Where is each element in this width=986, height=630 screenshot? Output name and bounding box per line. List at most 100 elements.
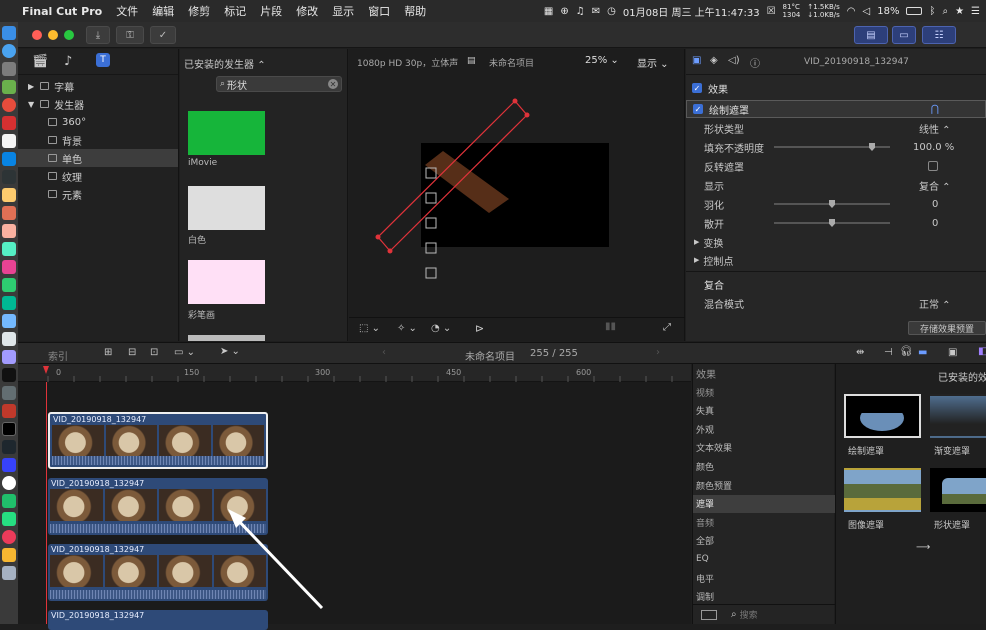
- video-inspector-icon[interactable]: ▣: [692, 55, 701, 66]
- library-item-backgrounds[interactable]: 背景: [18, 131, 178, 149]
- forward-arrow-icon[interactable]: ›: [656, 347, 660, 358]
- message-icon[interactable]: ✉: [592, 6, 600, 17]
- menu-view[interactable]: 显示: [325, 3, 361, 19]
- effects-category-item[interactable]: 遮罩: [693, 494, 835, 513]
- menu-edit[interactable]: 编辑: [145, 3, 181, 19]
- photos-icon[interactable]: [2, 224, 16, 238]
- solo-icon[interactable]: ▬: [918, 347, 927, 358]
- status-grid-icon[interactable]: ▦: [544, 6, 553, 17]
- play-icon[interactable]: ⊳: [475, 322, 484, 335]
- save-effects-preset-button[interactable]: 存储效果预置: [908, 321, 986, 335]
- effects-category-item[interactable]: 全部: [693, 532, 835, 550]
- audio-skimming-icon[interactable]: 🎧︎: [900, 346, 913, 357]
- generator-thumb-imovie[interactable]: [188, 111, 265, 155]
- generator-thumb-partial[interactable]: [188, 335, 265, 341]
- media-library-icon[interactable]: 🎬︎: [32, 54, 49, 69]
- timeline[interactable]: VID_20190918_132947 VID_20190918_132947 …: [18, 382, 691, 630]
- append-clip-icon[interactable]: ⊡: [150, 347, 158, 358]
- music-icon[interactable]: ♫: [576, 6, 585, 17]
- globe-icon[interactable]: ⊕: [560, 6, 568, 17]
- app-icon-gray[interactable]: [2, 386, 16, 400]
- sidebar-toggle-icon[interactable]: [701, 609, 717, 620]
- effects-category-item[interactable]: 电平: [693, 569, 835, 587]
- generator-thumb-pastel[interactable]: [188, 260, 265, 304]
- wechat-icon[interactable]: [2, 278, 16, 292]
- effects-category-item[interactable]: 视频: [693, 383, 835, 401]
- battery-icon[interactable]: [906, 7, 923, 15]
- background-tasks-button[interactable]: ✓: [150, 26, 176, 44]
- clock-icon[interactable]: ◷: [607, 6, 616, 17]
- retime-icon[interactable]: ◔ ⌄: [431, 323, 451, 334]
- search-icon[interactable]: ⌕: [942, 6, 948, 17]
- bluetooth-icon[interactable]: ᛒ: [929, 6, 935, 17]
- zoom-window-button[interactable]: [64, 30, 74, 40]
- android-icon[interactable]: [2, 80, 16, 94]
- slider-knob[interactable]: [869, 143, 875, 151]
- app-icon-orange[interactable]: [2, 206, 16, 220]
- effect-thumb-gradient-mask[interactable]: [930, 394, 986, 438]
- photo-audio-icon[interactable]: ♪: [64, 54, 72, 69]
- browser-search-field[interactable]: ⌕ 形状 ✕: [216, 76, 342, 92]
- display-dropdown[interactable]: 显示 ⌄: [637, 55, 669, 70]
- app-icon-purple[interactable]: [2, 350, 16, 364]
- network-speed[interactable]: ↑1.5KB/s ↓1.0KB/s: [807, 3, 839, 19]
- effects-category-item[interactable]: 外观: [693, 420, 835, 438]
- effects-category-item[interactable]: 颜色: [693, 457, 835, 475]
- appletv-icon[interactable]: [2, 368, 16, 382]
- skimming-icon[interactable]: ⊣: [884, 347, 893, 358]
- blend-mode-popup[interactable]: 正常 ⌃: [919, 296, 951, 311]
- calendar-icon[interactable]: [2, 134, 16, 148]
- library-item-textures[interactable]: 纹理: [18, 167, 178, 185]
- menu-window[interactable]: 窗口: [361, 3, 397, 19]
- mask-shape-icon[interactable]: ⋂: [931, 104, 939, 115]
- app-icon-red2[interactable]: [2, 404, 16, 418]
- vpn-icon[interactable]: [2, 458, 16, 472]
- import-button[interactable]: ⤓: [86, 26, 110, 44]
- search-input[interactable]: 形状: [227, 77, 247, 92]
- app-icon-teal[interactable]: [2, 296, 16, 310]
- menu-modify[interactable]: 修改: [289, 3, 325, 19]
- zoom-dropdown[interactable]: 25% ⌄: [585, 55, 619, 66]
- index-button[interactable]: 索引: [48, 348, 68, 363]
- battery-percent[interactable]: 18%: [877, 6, 899, 17]
- slider-knob[interactable]: [829, 219, 835, 227]
- menu-file[interactable]: 文件: [109, 3, 145, 19]
- display-popup[interactable]: 复合 ⌃: [919, 178, 951, 193]
- param-value[interactable]: 100.0 %: [913, 142, 954, 153]
- fullscreen-icon[interactable]: ⤢: [663, 322, 671, 333]
- generator-thumb-white[interactable]: [188, 186, 265, 230]
- effect-thumb-image-mask[interactable]: [844, 468, 921, 512]
- pen-icon[interactable]: [2, 170, 16, 184]
- slider-knob[interactable]: [829, 200, 835, 208]
- show-browser-button[interactable]: ▤: [854, 26, 888, 44]
- param-control-points[interactable]: ▶ 控制点: [686, 251, 986, 269]
- close-square-icon[interactable]: ☒: [767, 6, 776, 17]
- effects-search-input[interactable]: 搜索: [740, 608, 758, 621]
- close-window-button[interactable]: [32, 30, 42, 40]
- effect-thumb-draw-mask[interactable]: [844, 394, 921, 438]
- effects-browser-toggle-icon[interactable]: ◧: [978, 346, 986, 357]
- yandex-icon[interactable]: [2, 476, 16, 490]
- effects-category-item[interactable]: EQ: [693, 550, 835, 568]
- disclosure-down-icon[interactable]: ▼: [28, 100, 34, 109]
- menu-app-name[interactable]: Final Cut Pro: [14, 5, 109, 18]
- library-item-generators[interactable]: ▼ 发生器: [18, 95, 178, 113]
- control-center-icon[interactable]: ☰: [971, 6, 980, 17]
- terminal-icon[interactable]: [2, 422, 16, 436]
- connect-clip-icon[interactable]: ⊞: [104, 347, 112, 358]
- finder-icon[interactable]: [2, 26, 16, 40]
- menu-help[interactable]: 帮助: [397, 3, 433, 19]
- timeline-ruler[interactable]: 0 150 300 450 600: [18, 364, 691, 382]
- color-inspector-icon[interactable]: ◈: [710, 55, 718, 66]
- library-item-titles[interactable]: ▶ 字幕: [18, 77, 178, 95]
- draw-mask-header[interactable]: ✓ 绘制遮罩 ⋂: [686, 100, 986, 118]
- siri-icon[interactable]: ★: [955, 6, 964, 17]
- enhance-icon[interactable]: ✧ ⌄: [397, 323, 417, 334]
- app-icon-pink[interactable]: [2, 260, 16, 274]
- invert-mask-checkbox[interactable]: [928, 161, 938, 171]
- sensor-readout[interactable]: 81°C 1304: [783, 3, 801, 19]
- menu-trim[interactable]: 修剪: [181, 3, 217, 19]
- keyword-button[interactable]: ⚿: [116, 26, 144, 44]
- param-transform[interactable]: ▶ 变换: [686, 233, 986, 251]
- effects-category-item[interactable]: 音频: [693, 513, 835, 531]
